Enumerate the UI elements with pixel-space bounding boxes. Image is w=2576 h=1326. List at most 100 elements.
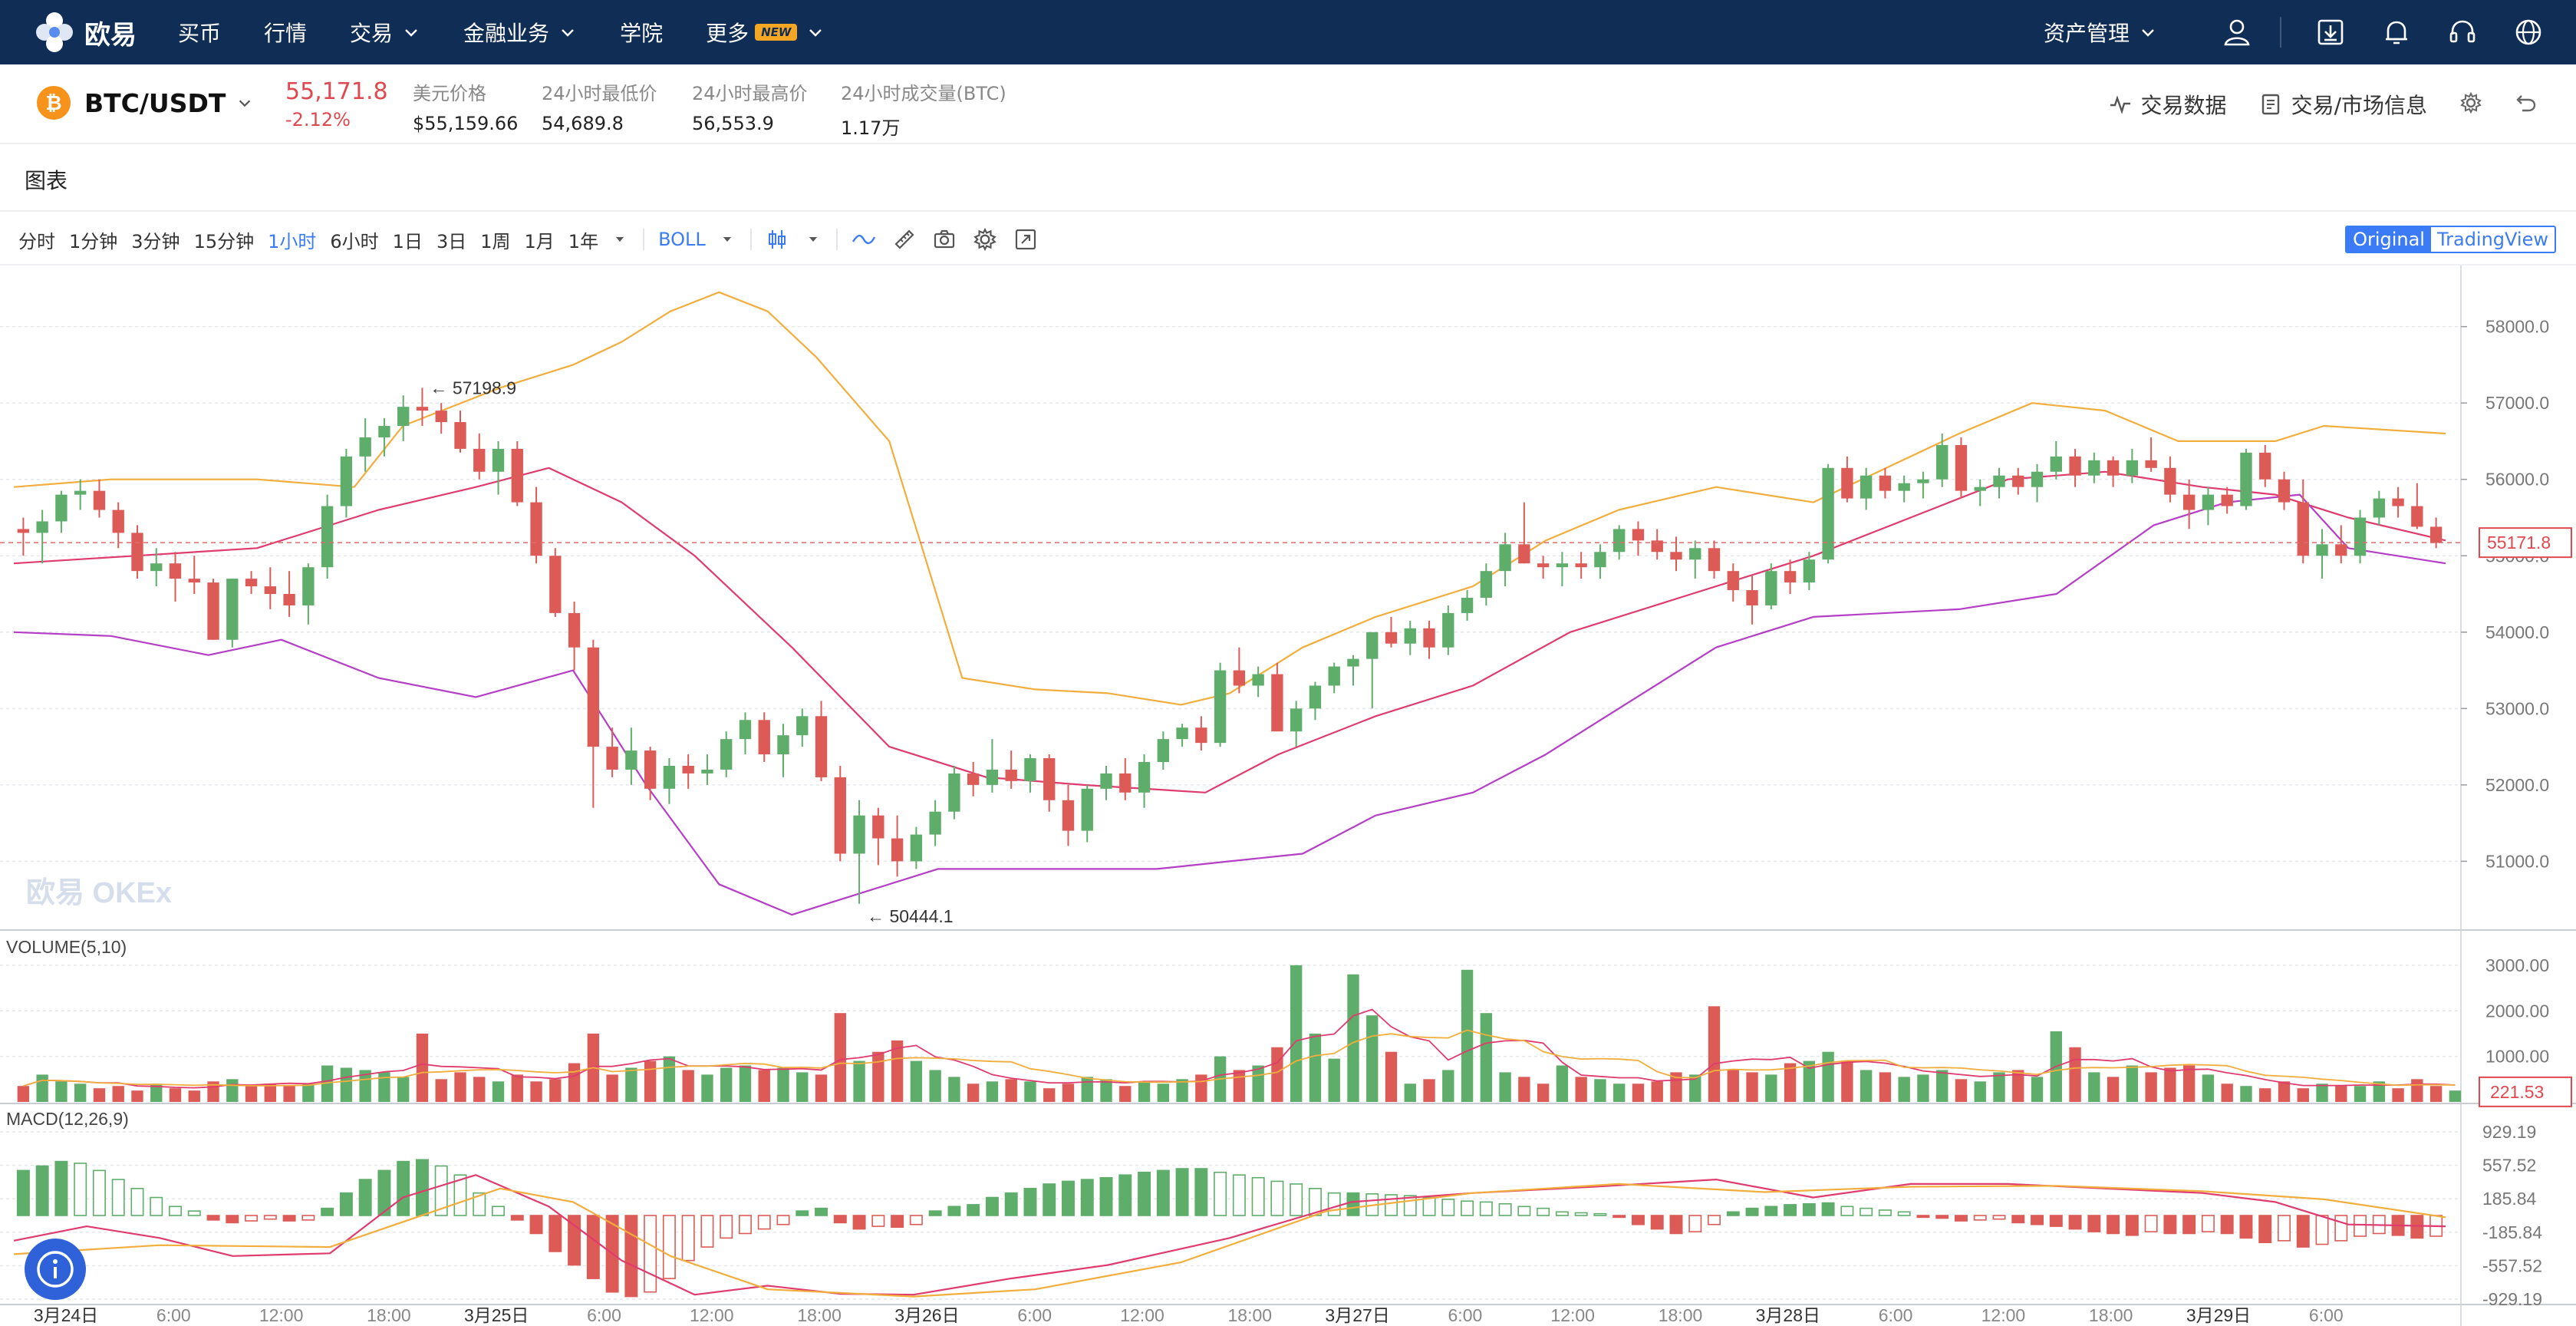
volume-bar (644, 1060, 657, 1102)
macd-histogram-bar (644, 1215, 657, 1293)
volume-bar (492, 1081, 505, 1102)
interval-tab[interactable]: 1分钟 (69, 226, 117, 253)
volume-bar (1822, 1051, 1834, 1102)
macd-histogram-bar (1441, 1199, 1455, 1216)
candle-body (55, 494, 68, 522)
candle-body (1632, 529, 1645, 541)
interval-tab[interactable]: 15分钟 (194, 226, 255, 253)
indicator-select[interactable]: BOLL (658, 229, 706, 250)
macd-histogram-bar (1784, 1204, 1797, 1216)
candle-body (701, 769, 713, 774)
candle-body (397, 407, 410, 427)
volume-bar (1613, 1084, 1626, 1102)
nav-item-buy-crypto[interactable]: 买币 (178, 17, 221, 48)
volume-bar (2088, 1072, 2100, 1102)
candle-body (1024, 758, 1036, 781)
macd-histogram-bar (130, 1188, 144, 1216)
caret-down-icon[interactable] (720, 232, 735, 247)
interval-tab[interactable]: 1月 (525, 226, 555, 253)
volume-bar (283, 1086, 295, 1102)
candle-body (1727, 571, 1739, 591)
volume-bar (1024, 1081, 1036, 1102)
volume-bar (1157, 1084, 1169, 1102)
logo[interactable]: 欧易 (34, 8, 137, 57)
volume-tick-label: 2000.00 (2485, 1001, 2549, 1021)
volume-bar (1366, 1015, 1379, 1102)
candle-body (587, 647, 600, 747)
volume-bar (1955, 1079, 1968, 1102)
download-icon[interactable] (2314, 15, 2347, 49)
volume-bar (872, 1051, 884, 1102)
volume-bar (454, 1072, 466, 1102)
info-button[interactable] (25, 1239, 86, 1300)
macd-histogram-bar (1175, 1168, 1189, 1216)
line-draw-icon[interactable] (852, 228, 876, 251)
interval-tab[interactable]: 1周 (480, 226, 510, 253)
candlestick-chart[interactable]: 58000.057000.056000.055000.054000.053000… (0, 266, 2576, 1326)
candle-body (378, 426, 390, 437)
interval-tab[interactable]: 1年 (568, 226, 598, 253)
macd-histogram-bar (2315, 1215, 2329, 1245)
candle-body (74, 490, 87, 495)
volume-tick-label: 1000.00 (2485, 1047, 2549, 1067)
macd-histogram-bar (1973, 1215, 1987, 1221)
candle-body (1898, 483, 1910, 491)
macd-histogram-bar (2107, 1215, 2120, 1235)
original-view-button[interactable]: Original (2347, 227, 2431, 252)
user-icon[interactable] (2220, 15, 2254, 49)
volume-bar (264, 1084, 277, 1102)
nav-item-more[interactable]: 更多 NEW (706, 17, 825, 48)
candle-body (2164, 467, 2176, 495)
nav-item-academy[interactable]: 学院 (620, 17, 663, 48)
candle-body (606, 747, 618, 770)
interval-tab[interactable]: 分时 (18, 226, 55, 253)
macd-histogram-bar (1270, 1180, 1284, 1216)
pair-selector[interactable]: ₿ BTC/USDT (37, 86, 253, 120)
macd-histogram-bar (1479, 1201, 1493, 1216)
nav-item-markets[interactable]: 行情 (264, 17, 307, 48)
volume-bar (739, 1065, 752, 1102)
caret-down-icon[interactable] (612, 232, 628, 247)
price-tick-label: 52000.0 (2485, 775, 2549, 795)
bell-icon[interactable] (2380, 15, 2413, 49)
interval-tab-active[interactable]: 1小时 (268, 226, 316, 253)
interval-tab[interactable]: 6小时 (330, 226, 378, 253)
nav-item-trade[interactable]: 交易 (350, 17, 420, 48)
macd-histogram-bar (1574, 1212, 1588, 1216)
fullscreen-icon[interactable] (1014, 228, 1037, 251)
candle-body (1784, 571, 1797, 583)
tradingview-button[interactable]: TradingView (2431, 227, 2555, 252)
volume-bar (625, 1067, 637, 1102)
macd-histogram-bar (852, 1215, 866, 1230)
macd-histogram-bar (397, 1160, 410, 1216)
candle-body (1803, 559, 1816, 583)
price-tick-label: 58000.0 (2485, 317, 2549, 337)
candle-type-icon[interactable] (766, 228, 789, 251)
app-root: 欧易 买币 行情 交易 金融业务 学院 更多 NEW 资产管理 ₿ BTC/US… (0, 0, 2576, 1326)
interval-tab[interactable]: 1日 (393, 226, 423, 253)
volume-bar (1290, 965, 1303, 1102)
interval-tab[interactable]: 3日 (436, 226, 466, 253)
camera-icon[interactable] (933, 228, 956, 251)
ruler-icon[interactable] (893, 228, 916, 251)
nav-item-finance[interactable]: 金融业务 (463, 17, 577, 48)
macd-histogram-bar (662, 1215, 676, 1279)
asset-management-menu[interactable]: 资产管理 (2044, 17, 2157, 48)
interval-tab[interactable]: 3分钟 (131, 226, 180, 253)
undo-icon[interactable] (2515, 91, 2538, 117)
toolbar-divider (749, 229, 752, 250)
market-info-link[interactable]: 交易/市场信息 (2259, 89, 2427, 120)
candle-body (321, 506, 334, 568)
headset-icon[interactable] (2446, 15, 2479, 49)
macd-tick-label: 185.84 (2482, 1189, 2537, 1209)
macd-histogram-bar (2334, 1215, 2348, 1242)
caret-down-icon[interactable] (805, 232, 821, 247)
macd-histogram-bar (1232, 1174, 1246, 1216)
trade-data-link[interactable]: 交易数据 (2109, 89, 2227, 120)
macd-histogram-bar (738, 1215, 752, 1235)
settings-icon[interactable] (2459, 91, 2482, 117)
volume-bar (74, 1084, 87, 1102)
chart-settings-icon[interactable] (973, 227, 997, 252)
candle-body (2259, 452, 2271, 480)
globe-icon[interactable] (2512, 15, 2545, 49)
